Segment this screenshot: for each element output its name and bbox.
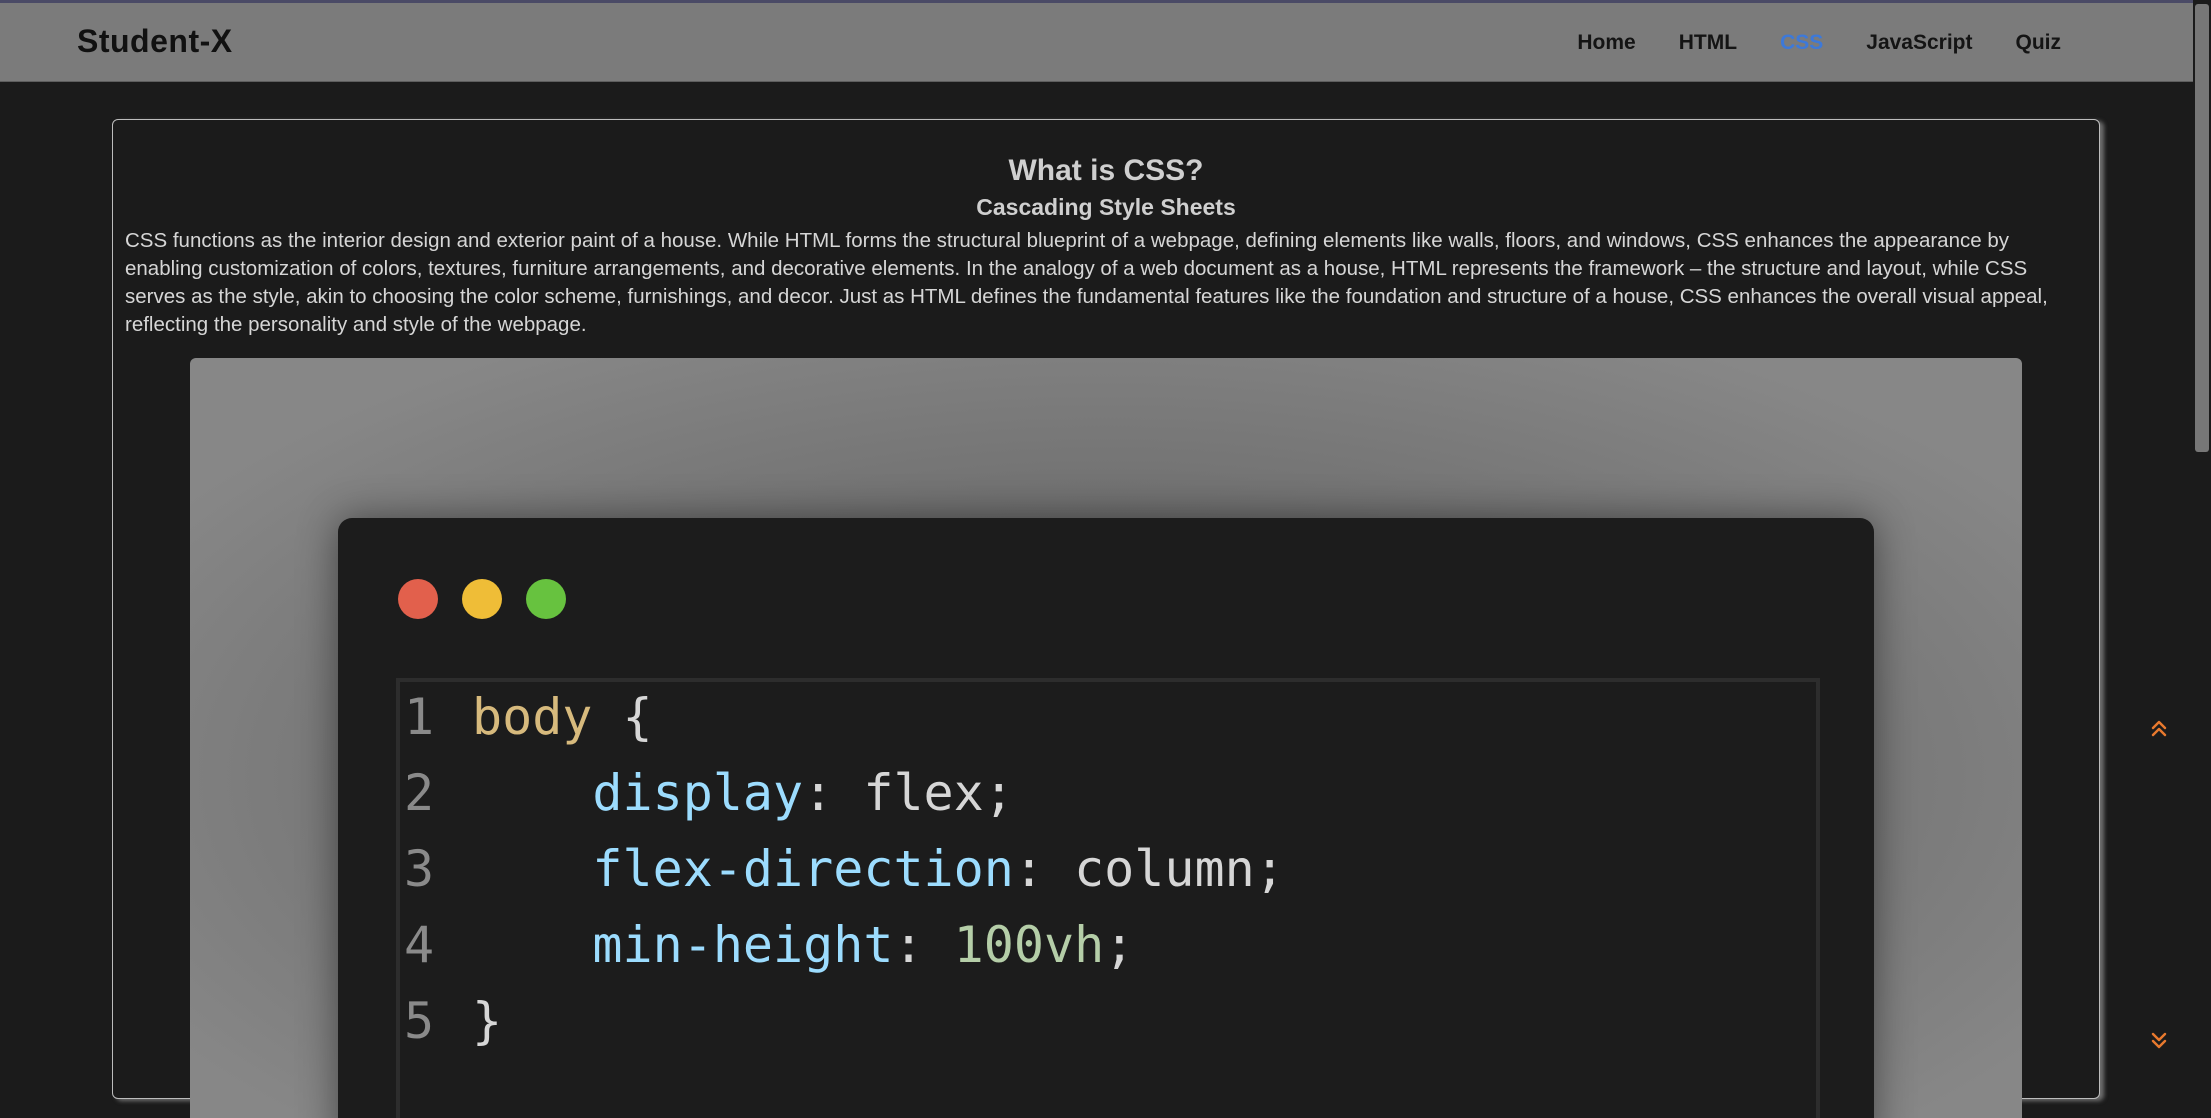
code-text: display: flex; [472, 764, 1014, 822]
article-card: What is CSS? Cascading Style Sheets CSS … [112, 119, 2100, 1099]
code-token: : column; [1014, 840, 1285, 898]
window-close-dot-icon [398, 579, 438, 619]
nav-link-css[interactable]: CSS [1780, 31, 1823, 55]
code-text: body { [472, 688, 653, 746]
code-token: 100vh [954, 916, 1105, 974]
double-chevron-up-icon[interactable] [2147, 716, 2171, 740]
nav-link-html[interactable]: HTML [1679, 31, 1737, 55]
code-token: ; [1104, 916, 1134, 974]
nav-link-javascript[interactable]: JavaScript [1866, 31, 1972, 55]
code-text: } [472, 992, 502, 1050]
nav-link-home[interactable]: Home [1577, 31, 1635, 55]
code-screenshot-image: 1body {2 display: flex;3 flex-direction:… [190, 358, 2022, 1118]
code-token: display [592, 764, 803, 822]
code-token: } [472, 992, 502, 1050]
code-token: body [472, 688, 592, 746]
article-subtitle: Cascading Style Sheets [113, 194, 2099, 221]
top-navbar: Student-X Home HTML CSS JavaScript Quiz [0, 0, 2211, 82]
line-number: 4 [404, 916, 444, 974]
code-token: min-height [592, 916, 893, 974]
code-token: : [893, 916, 953, 974]
code-editor: 1body {2 display: flex;3 flex-direction:… [396, 678, 1820, 1118]
code-text: min-height: 100vh; [472, 916, 1134, 974]
line-number: 5 [404, 992, 444, 1050]
article-body: CSS functions as the interior design and… [125, 227, 2085, 339]
code-token: flex-direction [592, 840, 1013, 898]
code-token: { [592, 688, 652, 746]
code-token [472, 916, 592, 974]
line-number: 1 [404, 688, 444, 746]
code-window: 1body {2 display: flex;3 flex-direction:… [338, 518, 1874, 1118]
code-token [472, 840, 592, 898]
brand-logo[interactable]: Student-X [77, 23, 233, 60]
nav-link-quiz[interactable]: Quiz [2016, 31, 2062, 55]
double-chevron-down-icon[interactable] [2147, 1029, 2171, 1053]
code-token [472, 764, 592, 822]
window-minimize-dot-icon [462, 579, 502, 619]
article-title: What is CSS? [113, 154, 2099, 188]
nav-links: Home HTML CSS JavaScript Quiz [1534, 31, 2061, 55]
window-maximize-dot-icon [526, 579, 566, 619]
code-token: : flex; [803, 764, 1014, 822]
scrollbar-thumb[interactable] [2195, 4, 2209, 452]
line-number: 2 [404, 764, 444, 822]
page-scrollbar[interactable] [2193, 0, 2211, 1065]
line-number: 3 [404, 840, 444, 898]
code-text: flex-direction: column; [472, 840, 1285, 898]
